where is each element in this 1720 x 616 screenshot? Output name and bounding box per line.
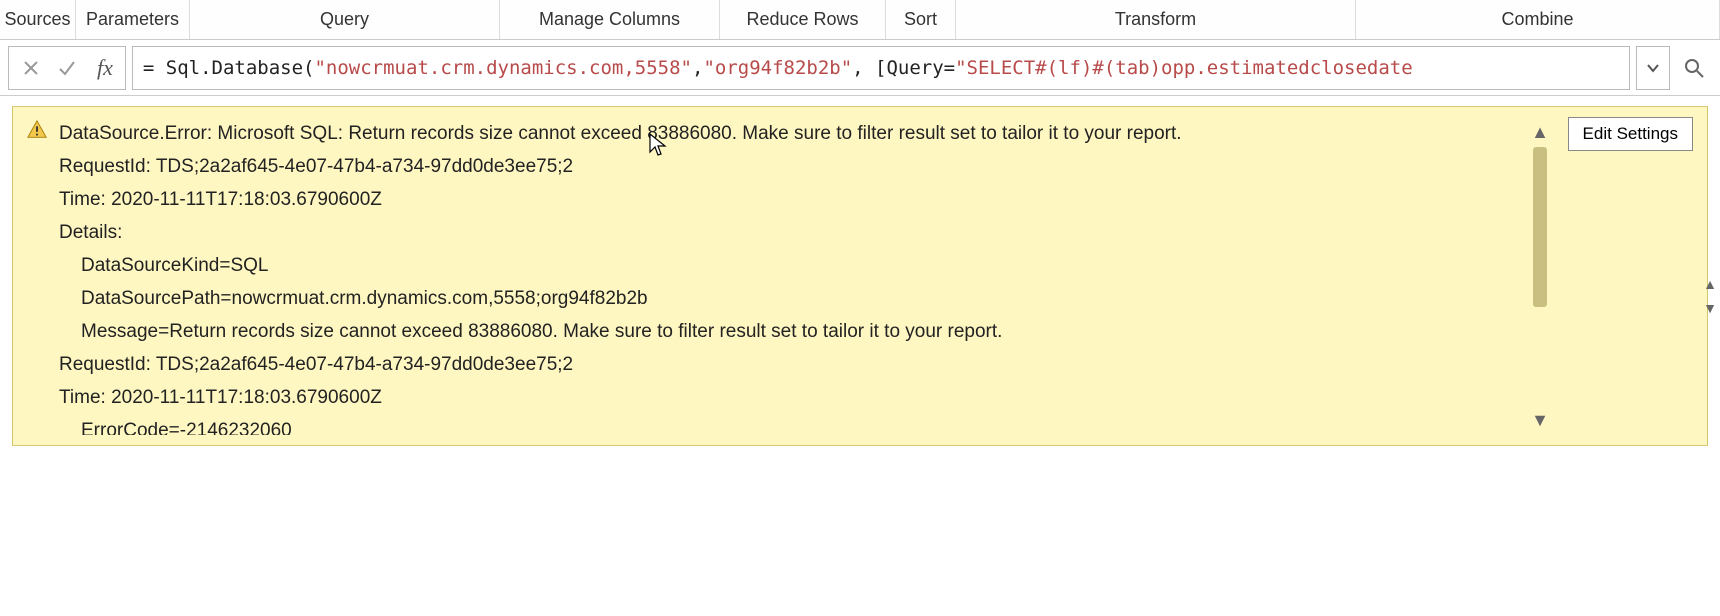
scroll-up-icon[interactable]: ▲ (1531, 117, 1549, 147)
ribbon: Sources Parameters Query Manage Columns … (0, 0, 1720, 40)
cancel-formula-button[interactable] (15, 52, 47, 84)
error-line-1: DataSource.Error: Microsoft SQL: Return … (59, 117, 1527, 150)
error-line-9: Time: 2020-11-11T17:18:03.6790600Z (59, 381, 1527, 414)
error-line-6: DataSourcePath=nowcrmuat.crm.dynamics.co… (59, 282, 1527, 315)
error-line-7: Message=Return records size cannot excee… (59, 315, 1527, 348)
error-line-2: RequestId: TDS;2a2af645-4e07-47b4-a734-9… (59, 150, 1527, 183)
error-text: DataSource.Error: Microsoft SQL: Return … (51, 117, 1527, 435)
error-area: DataSource.Error: Microsoft SQL: Return … (0, 96, 1720, 446)
ribbon-tab-reduce-rows[interactable]: Reduce Rows (720, 0, 886, 39)
error-line-3: Time: 2020-11-11T17:18:03.6790600Z (59, 183, 1527, 216)
edit-settings-button[interactable]: Edit Settings (1568, 117, 1693, 151)
formula-bar: fx = Sql.Database("nowcrmuat.crm.dynamic… (0, 40, 1720, 96)
formula-input[interactable]: = Sql.Database("nowcrmuat.crm.dynamics.c… (132, 46, 1630, 90)
formula-sep1: , (692, 57, 703, 79)
formula-arg3: "SELECT#(lf)#(tab)opp.estimatedclosedate (955, 57, 1413, 79)
right-scroll-down-icon[interactable]: ▼ (1703, 300, 1717, 316)
formula-sep2: , [Query= (852, 57, 955, 79)
formula-text-prefix: = Sql.Database( (143, 57, 315, 79)
commit-formula-button[interactable] (51, 52, 83, 84)
fx-label: fx (87, 55, 119, 81)
error-line-10: ErrorCode=-2146232060 (59, 414, 1527, 435)
error-line-8: RequestId: TDS;2a2af645-4e07-47b4-a734-9… (59, 348, 1527, 381)
search-icon[interactable] (1676, 46, 1712, 90)
ribbon-tab-parameters[interactable]: Parameters (76, 0, 190, 39)
error-box: DataSource.Error: Microsoft SQL: Return … (12, 106, 1708, 446)
ribbon-tab-transform[interactable]: Transform (956, 0, 1356, 39)
edit-settings-wrap: Edit Settings (1553, 117, 1693, 435)
warning-icon (23, 117, 51, 435)
error-scrollbar[interactable]: ▲ ▼ (1527, 117, 1553, 435)
right-scroll-up-icon[interactable]: ▲ (1703, 276, 1717, 292)
formula-arg2: "org94f82b2b" (703, 57, 852, 79)
error-line-5: DataSourceKind=SQL (59, 249, 1527, 282)
scroll-thumb[interactable] (1533, 147, 1547, 307)
ribbon-tab-combine[interactable]: Combine (1356, 0, 1720, 39)
formula-dropdown-button[interactable] (1636, 46, 1670, 90)
ribbon-tab-manage-columns[interactable]: Manage Columns (500, 0, 720, 39)
formula-arg1: "nowcrmuat.crm.dynamics.com,5558" (314, 57, 692, 79)
formula-bar-buttons: fx (8, 46, 126, 90)
ribbon-tab-sources[interactable]: Sources (0, 0, 76, 39)
ribbon-tab-query[interactable]: Query (190, 0, 500, 39)
scroll-track[interactable] (1533, 147, 1547, 405)
ribbon-tab-sort[interactable]: Sort (886, 0, 956, 39)
error-line-4: Details: (59, 216, 1527, 249)
scroll-down-icon[interactable]: ▼ (1531, 405, 1549, 435)
right-pane-scroll[interactable]: ▲ ▼ (1700, 96, 1720, 616)
